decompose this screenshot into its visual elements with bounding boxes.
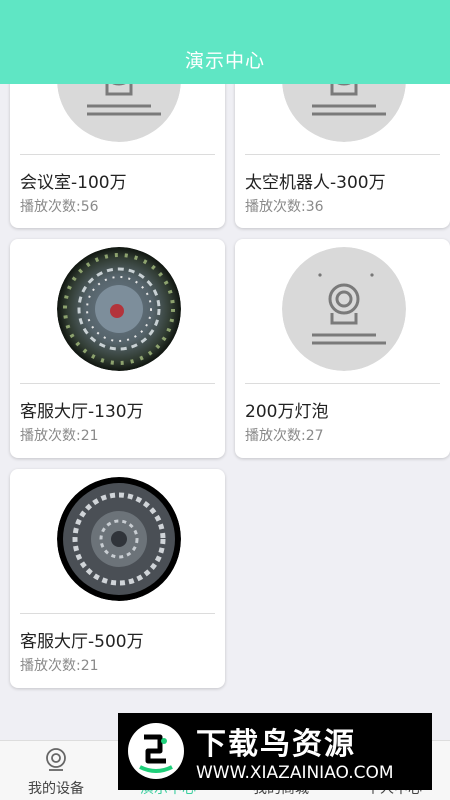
card-divider	[245, 383, 440, 384]
page-title: 演示中心	[184, 50, 265, 72]
camera-placeholder-thumbnail	[282, 247, 406, 371]
fisheye-image	[57, 247, 181, 371]
card-divider	[20, 154, 215, 155]
card-divider	[20, 383, 215, 384]
watermark-title: 下载鸟资源	[196, 727, 356, 762]
tab-label: 我的设备	[28, 781, 84, 797]
app-header: 演示中心	[0, 0, 450, 84]
card-play-count: 播放次数:27	[245, 428, 324, 444]
card-title: 客服大厅-500万	[20, 632, 144, 652]
watermark-banner: 下载鸟资源 WWW.XIAZAINIAO.COM	[118, 713, 432, 790]
demo-card-service-hall-130[interactable]: 客服大厅-130万 播放次数:21	[10, 239, 225, 458]
card-title: 会议室-100万	[20, 173, 127, 193]
demo-grid: 会议室-100万 播放次数:56 太空机器人-300万 播放次数:36 客服大厅…	[0, 0, 450, 800]
camera-icon	[282, 247, 406, 371]
fisheye-image	[57, 477, 181, 601]
camera-icon	[46, 748, 66, 771]
card-title: 200万灯泡	[245, 402, 329, 422]
fisheye-thumbnail	[57, 477, 181, 601]
card-divider	[245, 154, 440, 155]
demo-card-service-hall-500[interactable]: 客服大厅-500万 播放次数:21	[10, 469, 225, 688]
card-play-count: 播放次数:56	[20, 199, 99, 215]
card-play-count: 播放次数:36	[245, 199, 324, 215]
card-divider	[20, 613, 215, 614]
fisheye-thumbnail	[57, 247, 181, 371]
tab-my-devices[interactable]: 我的设备	[0, 741, 112, 800]
bird-logo-icon	[128, 723, 184, 779]
demo-card-bulb-200[interactable]: 200万灯泡 播放次数:27	[235, 239, 450, 458]
card-play-count: 播放次数:21	[20, 428, 99, 444]
card-title: 太空机器人-300万	[245, 173, 386, 193]
card-title: 客服大厅-130万	[20, 402, 144, 422]
card-play-count: 播放次数:21	[20, 658, 99, 674]
watermark-url: WWW.XIAZAINIAO.COM	[196, 763, 394, 783]
